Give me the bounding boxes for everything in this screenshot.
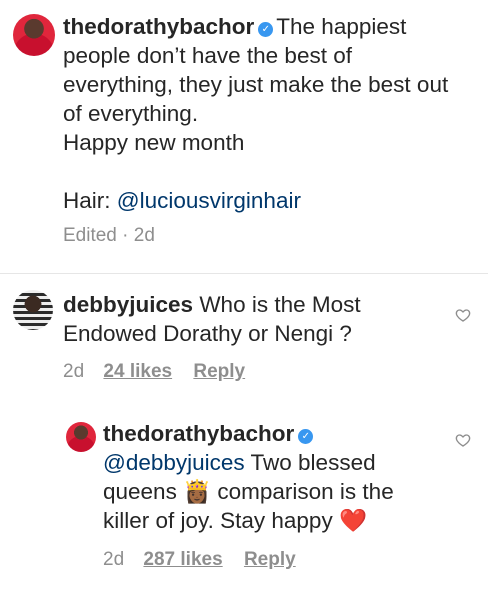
verified-badge-icon: ✓ xyxy=(298,429,314,444)
caption-line5: Happy new month xyxy=(63,130,245,155)
caption-meta: Edited · 2d xyxy=(63,225,155,246)
reply-mention-link[interactable]: @debbyjuices xyxy=(103,450,245,475)
comment-likes-link[interactable]: 24 likes xyxy=(103,361,172,382)
caption-line4: of everything. xyxy=(63,101,199,126)
comment-username[interactable]: debbyjuices xyxy=(63,292,193,317)
reply-text: thedorathybachor ✓ @debbyjuices Two bless… xyxy=(103,419,443,574)
reply-text-line2a: queens xyxy=(103,479,177,504)
caption-username[interactable]: thedorathybachor xyxy=(63,14,254,39)
comment-text: debbyjuices Who is the Most Endowed Dora… xyxy=(63,290,443,386)
caption-avatar[interactable] xyxy=(13,14,55,56)
comment-avatar[interactable] xyxy=(13,290,53,330)
reply-time: 2d xyxy=(103,549,125,570)
comment-text-line2: Endowed Dorathy or Nengi ? xyxy=(63,321,352,346)
reply-likes-link[interactable]: 287 likes xyxy=(143,549,222,570)
reply-reply-button[interactable]: Reply xyxy=(244,549,296,570)
reply-text-line1: Two blessed xyxy=(250,450,376,475)
reply-text-line2b: comparison is the xyxy=(217,479,394,504)
comment-meta: 2d 24 likes Reply xyxy=(63,357,443,386)
caption-line1: The happiest xyxy=(276,14,407,39)
hair-mention-link[interactable]: @luciousvirginhair xyxy=(117,188,301,213)
reply-meta: 2d 287 likes Reply xyxy=(103,545,443,574)
red-heart-emoji-icon: ❤️ xyxy=(338,508,367,533)
comment-reply-button[interactable]: Reply xyxy=(193,361,245,382)
reply-text-line3: killer of joy. Stay happy xyxy=(103,508,333,533)
verified-badge-icon: ✓ xyxy=(258,22,274,37)
heart-icon[interactable] xyxy=(455,307,471,323)
caption-line3: everything, they just make the best out xyxy=(63,72,449,97)
heart-icon[interactable] xyxy=(455,432,471,448)
queen-emoji-icon: 👸🏾 xyxy=(183,479,212,504)
hair-label: Hair: xyxy=(63,188,111,213)
reply-avatar[interactable] xyxy=(66,422,96,452)
caption-text: thedorathybachor ✓ The happiest people don… xyxy=(63,12,488,250)
caption-line2: people don’t have the best of xyxy=(63,43,352,68)
reply-username[interactable]: thedorathybachor xyxy=(103,421,294,446)
comment-text-line1: Who is the Most xyxy=(199,292,361,317)
divider xyxy=(0,273,488,274)
comment-time: 2d xyxy=(63,361,85,382)
